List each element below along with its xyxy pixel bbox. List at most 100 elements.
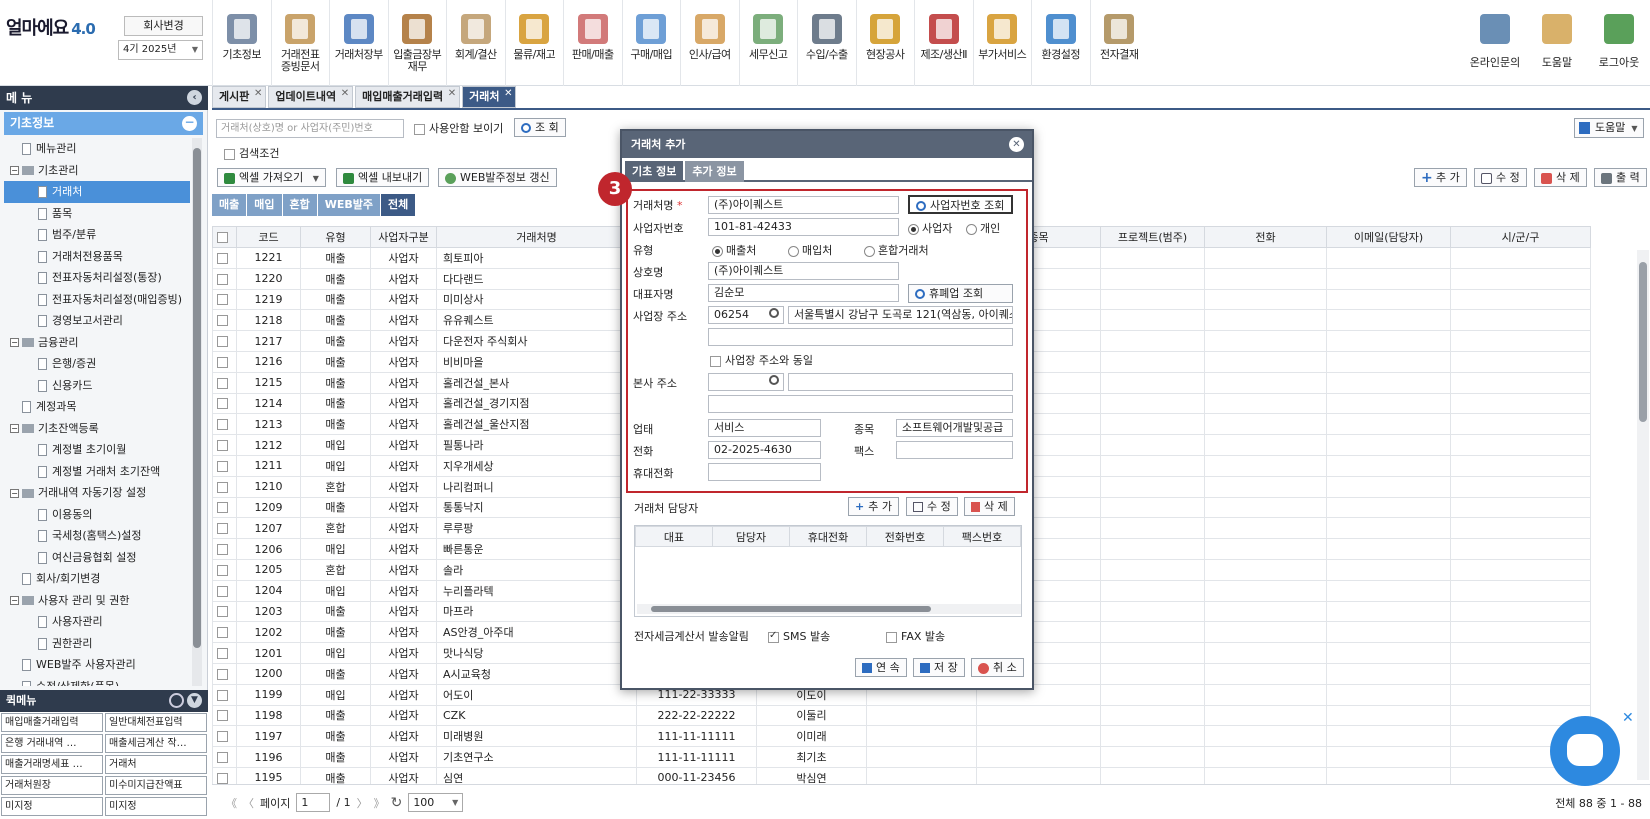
cancel-button[interactable]: 취 소 xyxy=(971,658,1024,677)
sidebar-item[interactable]: 메뉴관리 xyxy=(4,138,190,160)
collapse-icon[interactable]: − xyxy=(10,166,19,175)
quick-menu-item[interactable]: 매입매출거래입력 xyxy=(1,713,103,732)
tab-item[interactable]: 게시판 ✕ xyxy=(212,86,267,108)
right-menu-item[interactable]: 로그아웃 xyxy=(1588,0,1650,86)
checkbox[interactable] xyxy=(217,440,228,452)
same-address-checkbox[interactable]: 사업장 주소와 동일 xyxy=(710,352,813,368)
first-page-button[interactable]: 《 xyxy=(226,795,237,811)
search-icon[interactable] xyxy=(769,375,779,385)
sidebar-section-basic[interactable]: 기초정보 − xyxy=(4,112,203,135)
checkbox[interactable] xyxy=(217,772,228,784)
company-field[interactable]: (주)아이퀘스트 xyxy=(708,262,899,280)
sidebar-item[interactable]: 거래처 xyxy=(4,181,190,203)
zip-field[interactable]: 06254 xyxy=(708,306,784,324)
gear-icon[interactable] xyxy=(169,693,184,708)
delete-button[interactable]: 삭 제 xyxy=(1534,168,1587,187)
row-checkbox[interactable] xyxy=(212,704,237,727)
last-page-button[interactable]: 》 xyxy=(374,795,385,811)
collapse-icon[interactable]: − xyxy=(10,338,19,347)
topmenu-item[interactable]: 구매/매입 xyxy=(621,0,681,86)
closure-lookup-button[interactable]: 휴폐업 조회 xyxy=(908,284,1013,303)
row-checkbox[interactable] xyxy=(212,642,237,664)
hq-address-field[interactable] xyxy=(788,373,1013,391)
checkbox[interactable] xyxy=(217,710,228,722)
right-menu-item[interactable]: 도움말 xyxy=(1526,0,1588,86)
topmenu-item[interactable]: 수입/수출 xyxy=(797,0,856,86)
checkbox[interactable] xyxy=(217,627,228,639)
checkbox[interactable] xyxy=(217,731,228,743)
quick-menu-item[interactable]: 매출세금계산 작… xyxy=(105,734,207,753)
row-checkbox[interactable] xyxy=(212,600,237,623)
topmenu-item[interactable]: 인사/급여 xyxy=(680,0,739,86)
checkbox[interactable] xyxy=(217,564,228,576)
radio-mixed[interactable]: 혼합거래처 xyxy=(864,242,929,258)
row-checkbox[interactable] xyxy=(212,538,237,560)
sidebar-item[interactable]: 권한관리 xyxy=(4,633,190,655)
row-checkbox[interactable] xyxy=(212,413,237,436)
topmenu-item[interactable]: 전자결재 xyxy=(1089,0,1149,86)
checkbox[interactable] xyxy=(217,294,228,306)
row-checkbox[interactable] xyxy=(212,475,237,498)
row-checkbox[interactable] xyxy=(212,683,237,706)
close-icon[interactable]: ✕ xyxy=(1009,137,1024,152)
search-icon[interactable] xyxy=(769,308,779,318)
sidebar-item[interactable]: 거래처전용품목 xyxy=(4,246,190,268)
sidebar-item[interactable]: 범주/분류 xyxy=(4,224,190,246)
hq-address-detail-field[interactable] xyxy=(708,395,1013,413)
sidebar-item[interactable]: 전표자동처리설정(통장) xyxy=(4,267,190,289)
search-button[interactable]: 조 회 xyxy=(514,118,566,137)
close-icon[interactable]: ✕ xyxy=(448,84,456,104)
sidebar-item[interactable]: − 기초관리 xyxy=(4,160,190,182)
checkbox[interactable] xyxy=(217,273,228,285)
checkbox[interactable] xyxy=(217,648,228,660)
sidebar-item[interactable]: 계정별 거래처 초기잔액 xyxy=(4,461,190,483)
sidebar-item[interactable]: 경영보고서관리 xyxy=(4,310,190,332)
collapse-icon[interactable]: − xyxy=(10,424,19,433)
radio-individual[interactable]: 개인 xyxy=(966,220,1000,236)
checkbox[interactable] xyxy=(217,502,228,514)
table-row[interactable]: 1195 매출 사업자 심연 000-11-23456 박심연 xyxy=(212,766,1591,784)
checkbox[interactable] xyxy=(217,606,228,618)
sidebar-scrollbar[interactable] xyxy=(192,138,202,686)
sidebar-item[interactable]: 수정/삭제한(품목) xyxy=(4,676,190,686)
period-select[interactable]: 4기 2025년 ▼ xyxy=(118,40,203,60)
checkbox[interactable] xyxy=(217,523,228,535)
chatbot-mascot[interactable]: ✕ xyxy=(1550,710,1634,786)
topmenu-item[interactable]: 거래처장부 xyxy=(329,0,388,86)
continue-button[interactable]: 연 속 xyxy=(855,658,907,677)
page-size-select[interactable]: 100 ▼ xyxy=(408,793,464,812)
checkbox[interactable] xyxy=(217,336,228,348)
radio-purchase[interactable]: 매입처 xyxy=(788,242,832,258)
quick-menu-item[interactable]: 일반대체전표입력 xyxy=(105,713,207,732)
sidebar-item[interactable]: 이용동의 xyxy=(4,504,190,526)
sidebar-item[interactable]: WEB발주 사용자관리 xyxy=(4,654,190,676)
row-checkbox[interactable] xyxy=(212,725,237,748)
checkbox[interactable] xyxy=(217,377,228,389)
quick-menu-item[interactable]: 미지정 xyxy=(105,797,207,816)
sidebar-item[interactable]: 신용카드 xyxy=(4,375,190,397)
fax-field[interactable] xyxy=(896,441,1013,459)
sidebar-item[interactable]: 사용자관리 xyxy=(4,611,190,633)
chevron-down-icon[interactable]: ▼ xyxy=(187,693,202,708)
row-checkbox[interactable] xyxy=(212,309,237,332)
tab-item[interactable]: 업데이트내역 ✕ xyxy=(268,86,354,108)
row-checkbox[interactable] xyxy=(212,434,237,456)
excel-import-button[interactable]: 엑셀 가져오기 ▼ xyxy=(217,168,326,187)
search-input[interactable]: 거래처(상호)명 or 사업자(주민)번호 xyxy=(216,119,404,138)
row-checkbox[interactable] xyxy=(212,371,237,394)
sms-checkbox[interactable]: SMS 발송 xyxy=(768,628,830,644)
ceo-field[interactable]: 김순모 xyxy=(708,284,899,302)
checkbox[interactable] xyxy=(217,315,228,327)
sidebar-item[interactable]: 품목 xyxy=(4,203,190,225)
change-company-button[interactable]: 회사변경 xyxy=(124,16,203,36)
topmenu-item[interactable]: 입출금장부 재무 xyxy=(387,0,447,86)
help-button[interactable]: 도움말 ▼ xyxy=(1574,118,1644,138)
sidebar-item[interactable]: 은행/증권 xyxy=(4,353,190,375)
topmenu-item[interactable]: 거래전표 증빙문서 xyxy=(270,0,330,86)
sidebar-item[interactable]: 국세청(홈택스)설정 xyxy=(4,525,190,547)
sidebar-item[interactable]: − 금융관리 xyxy=(4,332,190,354)
radio-sales[interactable]: 매출처 xyxy=(712,242,756,258)
row-checkbox[interactable] xyxy=(212,517,237,540)
table-row[interactable]: 1196 매출 사업자 기초연구소 111-11-11111 최기초 xyxy=(212,746,1591,768)
contact-grid-scrollbar[interactable] xyxy=(637,604,1021,614)
